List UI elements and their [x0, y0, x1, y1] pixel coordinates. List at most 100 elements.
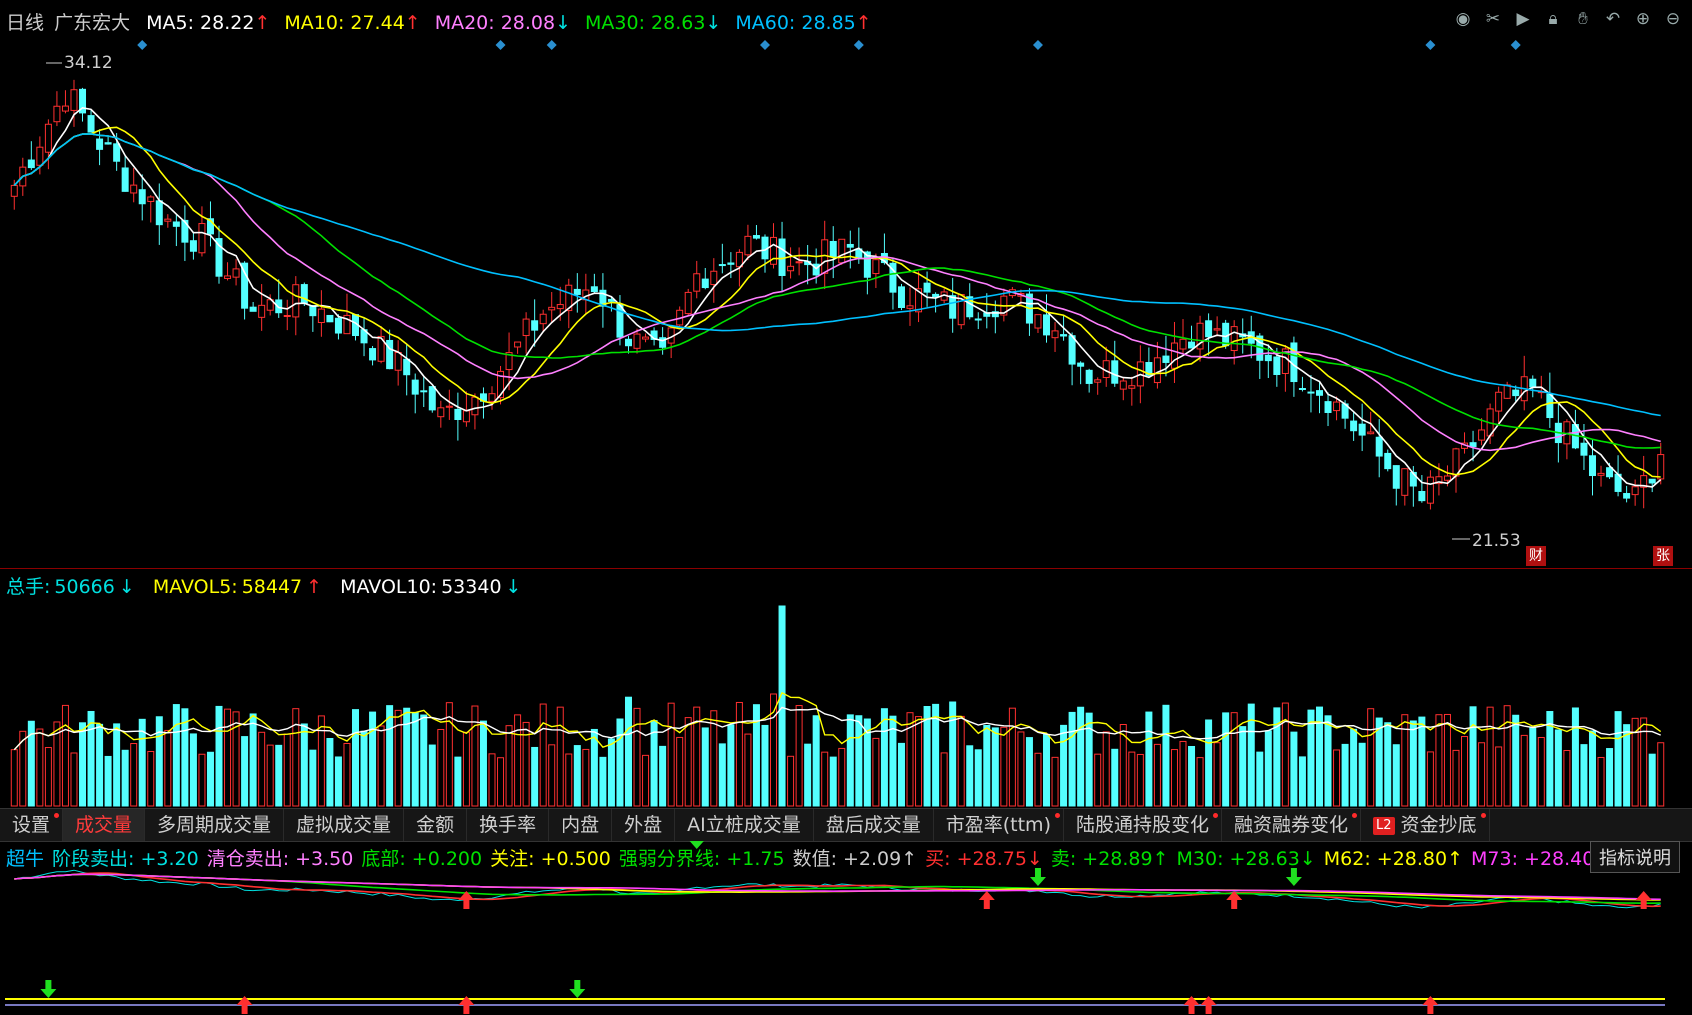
- candlestick-chart[interactable]: [0, 0, 1692, 568]
- candle: [1392, 465, 1400, 506]
- notification-dot: [1213, 813, 1218, 818]
- volume-bar: [266, 744, 274, 807]
- candle: [360, 317, 368, 357]
- volume-bar: [462, 731, 470, 807]
- volume-bar: [1537, 736, 1545, 807]
- tab-9[interactable]: 盘后成交量: [814, 809, 934, 841]
- tab-2[interactable]: 多周期成交量: [145, 809, 285, 841]
- volume-bar: [497, 757, 505, 807]
- volume-bar: [761, 724, 769, 807]
- volume-chart-panel[interactable]: 总手: 50666 ↓ MAVOL5: 58447 ↑ MAVOL10: 53340 ↓: [0, 568, 1692, 808]
- volume-bar: [821, 751, 829, 807]
- buy-arrow-icon: [978, 891, 995, 909]
- tab-5[interactable]: 换手率: [467, 809, 550, 841]
- indicator-legend-item: 超牛: [6, 848, 45, 870]
- candle: [1384, 449, 1392, 472]
- volume-bar: [1520, 734, 1528, 807]
- tab-13[interactable]: L2 资金抄底: [1361, 809, 1490, 841]
- indicator-panel[interactable]: 超牛 阶段卖出: +3.20 清仓卖出: +3.50 底部: +0.200 关注: +0…: [0, 841, 1692, 1015]
- volume-bar: [334, 756, 342, 807]
- volume-bar: [812, 715, 820, 807]
- volume-bar: [488, 753, 496, 807]
- tab-6[interactable]: 内盘: [549, 809, 613, 841]
- volume-bar: [1017, 731, 1025, 807]
- volume-bar: [1375, 717, 1383, 807]
- volume-bar: [1205, 719, 1213, 807]
- ma-legend-item: MA20: 28.08↓: [435, 12, 575, 34]
- volume-bar: [846, 714, 854, 807]
- volume-bar: [275, 744, 283, 807]
- candle: [1102, 346, 1110, 387]
- volume-bar: [471, 705, 479, 807]
- tab-3[interactable]: 虚拟成交量: [284, 809, 405, 841]
- zoom-out-icon[interactable]: ⊖: [1662, 8, 1684, 30]
- tab-4[interactable]: 金额: [404, 809, 468, 841]
- price-chart-panel[interactable]: 日线 广东宏大 MA5: 28.22↑ MA10: 27.44↑ MA20: 28.…: [0, 0, 1692, 569]
- volume-bar: [565, 753, 573, 807]
- candle: [403, 344, 411, 396]
- undo-icon[interactable]: ↶: [1602, 8, 1624, 30]
- candle: [164, 214, 172, 228]
- eye-icon[interactable]: ◉: [1452, 8, 1474, 30]
- volume-bar: [1443, 713, 1451, 807]
- indicator-legend-item: 强弱分界线: +1.75: [618, 848, 785, 870]
- tab-7[interactable]: 外盘: [612, 809, 676, 841]
- tab-0[interactable]: 设置: [0, 809, 64, 841]
- volume-bar: [1085, 712, 1093, 807]
- indicator-help-button[interactable]: 指标说明: [1590, 841, 1680, 873]
- candle: [1452, 447, 1460, 493]
- volume-bar: [70, 752, 78, 807]
- candle: [838, 238, 846, 265]
- candle: [215, 225, 223, 284]
- signal-diamond-icon: [546, 40, 557, 50]
- volume-bar-chart[interactable]: [0, 568, 1692, 808]
- total-volume-value: 50666: [54, 576, 115, 598]
- volume-bar: [121, 749, 129, 807]
- candle: [701, 267, 709, 290]
- volume-bar: [224, 708, 232, 807]
- volume-bar: [437, 728, 445, 807]
- volume-bar: [1239, 726, 1247, 807]
- candle: [1094, 377, 1102, 395]
- candle: [454, 392, 462, 441]
- signal-diamond-icon: [759, 40, 770, 50]
- candle: [710, 258, 718, 303]
- lock-icon[interactable]: 🔒︎: [1542, 8, 1564, 30]
- candle: [761, 234, 769, 273]
- tab-11[interactable]: 陆股通持股变化: [1064, 809, 1222, 841]
- volume-bar: [590, 728, 598, 807]
- tab-label: 金额: [416, 814, 455, 836]
- volume-bar: [104, 755, 112, 807]
- volume-bar: [1435, 714, 1443, 807]
- volume-bar: [1043, 734, 1051, 807]
- candle: [1461, 432, 1469, 454]
- volume-bar: [198, 753, 206, 807]
- volume-bar: [1213, 742, 1221, 807]
- tab-12[interactable]: 融资融券变化: [1222, 809, 1362, 841]
- candle: [1571, 409, 1579, 450]
- volume-bar: [616, 718, 624, 807]
- limit-up-badge[interactable]: 张: [1653, 546, 1673, 566]
- play-icon[interactable]: ▶: [1512, 8, 1534, 30]
- financial-report-badge[interactable]: 财: [1526, 546, 1546, 566]
- candle: [1563, 419, 1571, 460]
- volume-bar: [1025, 737, 1033, 807]
- tab-8[interactable]: AI立桩成交量: [675, 809, 814, 841]
- volume-bar: [1358, 742, 1366, 807]
- scissors-icon[interactable]: ✂: [1482, 8, 1504, 30]
- tab-10[interactable]: 市盈率(ttm): [934, 809, 1064, 841]
- candle: [667, 325, 675, 359]
- volume-bar: [1392, 744, 1400, 807]
- volume-bar: [360, 730, 368, 807]
- zoom-in-icon[interactable]: ⊕: [1632, 8, 1654, 30]
- candle: [684, 288, 692, 316]
- volume-bar: [556, 706, 564, 807]
- tab-1[interactable]: 成交量: [63, 809, 146, 841]
- volume-bar: [1256, 751, 1264, 807]
- hand-icon[interactable]: ✋︎: [1572, 8, 1594, 30]
- candle: [1111, 340, 1119, 387]
- candle: [334, 314, 342, 340]
- ma-legend-item: MA5: 28.22↑: [146, 12, 274, 34]
- volume-bar: [1051, 756, 1059, 807]
- ma-value: MA20: 28.08: [434, 12, 556, 34]
